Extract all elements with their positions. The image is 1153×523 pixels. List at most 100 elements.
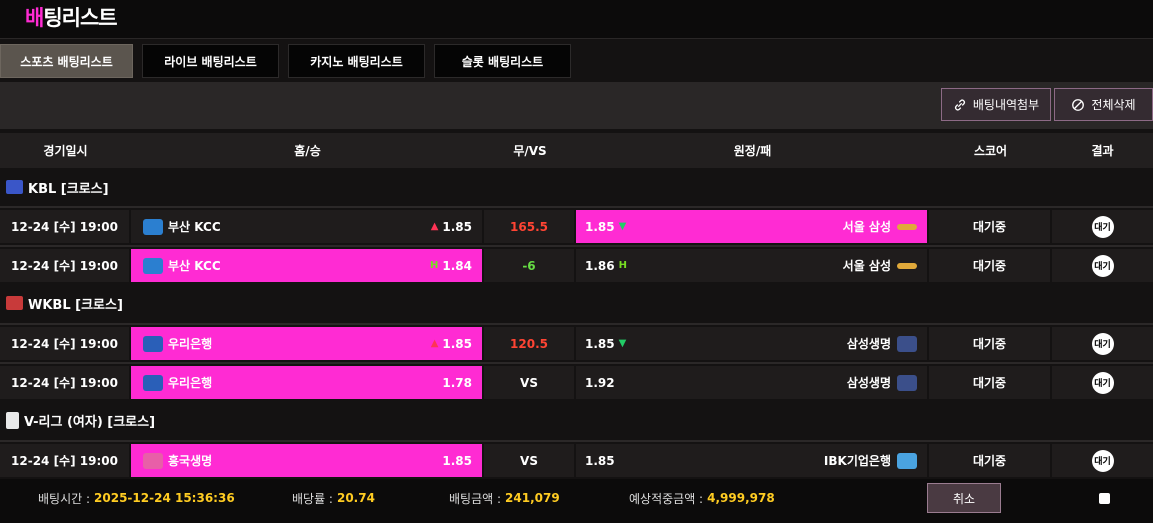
attach-history-button[interactable]: 배팅내역첨부: [941, 88, 1051, 121]
header-draw: 무/VS: [513, 144, 547, 158]
tab-live[interactable]: 라이브 배팅리스트: [142, 44, 279, 78]
result-badge: 대기: [1091, 371, 1114, 394]
ban-icon: [1072, 98, 1085, 111]
result-badge: 대기: [1091, 254, 1114, 277]
expected-win: 예상적중금액 :4,999,978: [629, 479, 775, 517]
away-team: IBK기업은행: [823, 454, 891, 468]
table-row: 12-24 [수] 19:00 흥국생명 1.85 VS 1.85 IBK기업은…: [0, 440, 1153, 477]
home-odds-cell[interactable]: 우리은행 1.78: [131, 366, 482, 399]
toolbar: 배팅내역첨부 전체삭제: [0, 82, 1153, 129]
result-cell: 대기: [1052, 444, 1153, 477]
away-odds: 1.86: [585, 258, 615, 273]
bet-time-value: 2025-12-24 15:36:36: [94, 491, 235, 505]
amount-label: 배팅금액 :: [449, 491, 502, 506]
bet-amount: 배팅금액 :241,079: [449, 479, 560, 517]
heungkuk-logo-icon: [143, 452, 163, 469]
home-odds-cell[interactable]: 부산 KCC H 1.84: [131, 249, 482, 282]
tab-casino[interactable]: 카지노 배팅리스트: [288, 44, 425, 78]
bet-odds: 배당률 :20.74: [292, 479, 375, 517]
header-home: 홈/승: [294, 144, 321, 158]
link-icon: [954, 99, 965, 110]
league-name: WKBL [크로스]: [28, 297, 123, 313]
score: 대기중: [929, 249, 1050, 282]
league-name: V-리그 (여자) [크로스]: [24, 414, 156, 430]
home-odds: 1.84: [442, 258, 472, 273]
odds-label: 배당률 :: [292, 491, 333, 506]
header-away: 원정/패: [733, 144, 772, 158]
home-team: 우리은행: [168, 337, 213, 351]
kcc-logo-icon: [143, 257, 163, 274]
home-odds: 1.85: [442, 336, 472, 351]
title-bar: 배팅리스트: [0, 0, 1153, 39]
delete-all-button[interactable]: 전체삭제: [1054, 88, 1153, 121]
woori-logo-icon: [143, 335, 163, 352]
header-score: 스코어: [973, 144, 1008, 158]
home-odds-cell[interactable]: 흥국생명 1.85: [131, 444, 482, 477]
page-title: 배팅리스트: [25, 2, 118, 32]
page-title-accent: 배: [25, 6, 44, 30]
away-odds-cell[interactable]: 1.92 삼성생명: [576, 366, 927, 399]
bet-time: 배팅시간 :2025-12-24 15:36:36: [38, 479, 235, 517]
match-date: 12-24 [수] 19:00: [0, 249, 129, 282]
away-odds-cell[interactable]: 1.85 ▼ 삼성생명: [576, 327, 927, 360]
away-odds-cell[interactable]: 1.86 H 서울 삼성: [576, 249, 927, 282]
kbl-logo-icon: [6, 180, 23, 194]
table-row: 12-24 [수] 19:00 부산 KCC ▲ 1.85 165.5 1.85…: [0, 206, 1153, 243]
score: 대기중: [929, 366, 1050, 399]
away-team: 삼성생명: [846, 376, 891, 390]
away-odds-cell[interactable]: 1.85 ▼ 서울 삼성: [576, 210, 927, 243]
draw-cell[interactable]: VS: [484, 366, 574, 399]
home-odds: 1.85: [442, 453, 472, 468]
league-kbl: KBL [크로스]: [0, 168, 1153, 206]
draw-cell[interactable]: 120.5: [484, 327, 574, 360]
wkbl-logo-icon: [6, 296, 23, 310]
tab-sports[interactable]: 스포츠 배팅리스트: [0, 44, 133, 78]
score: 대기중: [929, 444, 1050, 477]
result-cell: 대기: [1052, 327, 1153, 360]
page-title-rest: 팅리스트: [43, 6, 117, 30]
betting-list-page: 배팅리스트 스포츠 배팅리스트 라이브 배팅리스트 카지노 배팅리스트 슬롯 배…: [0, 0, 1153, 523]
bet-time-label: 배팅시간 :: [38, 491, 91, 506]
handicap-mark: H: [618, 260, 627, 271]
attach-history-label: 배팅내역첨부: [972, 98, 1040, 112]
home-team: 우리은행: [168, 376, 213, 390]
expected-label: 예상적중금액 :: [629, 491, 704, 506]
draw-cell[interactable]: VS: [484, 444, 574, 477]
result-badge: 대기: [1091, 215, 1114, 238]
samsung-logo-icon: [897, 223, 917, 230]
vleague-logo-icon: [6, 411, 19, 429]
tab-slot[interactable]: 슬롯 배팅리스트: [434, 44, 571, 78]
away-team: 서울 삼성: [842, 259, 891, 273]
away-odds: 1.85: [585, 219, 615, 234]
league-name: KBL [크로스]: [28, 181, 109, 197]
samsung-life-logo-icon: [897, 335, 917, 352]
match-date: 12-24 [수] 19:00: [0, 327, 129, 360]
match-date: 12-24 [수] 19:00: [0, 366, 129, 399]
home-team: 부산 KCC: [168, 259, 221, 273]
up-arrow-icon: ▲: [430, 338, 439, 349]
samsung-logo-icon: [897, 262, 917, 269]
result-cell: 대기: [1052, 210, 1153, 243]
result-badge: 대기: [1091, 332, 1114, 355]
result-cell: 대기: [1052, 249, 1153, 282]
odds-value: 20.74: [336, 491, 375, 505]
bet-summary-footer: 배팅시간 :2025-12-24 15:36:36 배당률 :20.74 배팅금…: [0, 479, 1153, 523]
woori-logo-icon: [143, 374, 163, 391]
home-odds-cell[interactable]: 우리은행 ▲ 1.85: [131, 327, 482, 360]
result-cell: 대기: [1052, 366, 1153, 399]
ibk-logo-icon: [897, 452, 917, 469]
away-odds-cell[interactable]: 1.85 IBK기업은행: [576, 444, 927, 477]
draw-cell[interactable]: 165.5: [484, 210, 574, 243]
header-date: 경기일시: [43, 144, 88, 158]
league-wkbl: WKBL [크로스]: [0, 284, 1153, 322]
cancel-button[interactable]: 취소: [927, 483, 1001, 513]
select-checkbox[interactable]: [1099, 493, 1110, 504]
home-odds-cell[interactable]: 부산 KCC ▲ 1.85: [131, 210, 482, 243]
samsung-life-logo-icon: [897, 374, 917, 391]
header-result: 결과: [1091, 144, 1114, 158]
draw-cell[interactable]: -6: [484, 249, 574, 282]
up-arrow-icon: ▲: [430, 221, 439, 232]
amount-value: 241,079: [505, 491, 560, 505]
home-odds: 1.85: [442, 219, 472, 234]
table-row: 12-24 [수] 19:00 우리은행 1.78 VS 1.92 삼성생명 대…: [0, 362, 1153, 399]
